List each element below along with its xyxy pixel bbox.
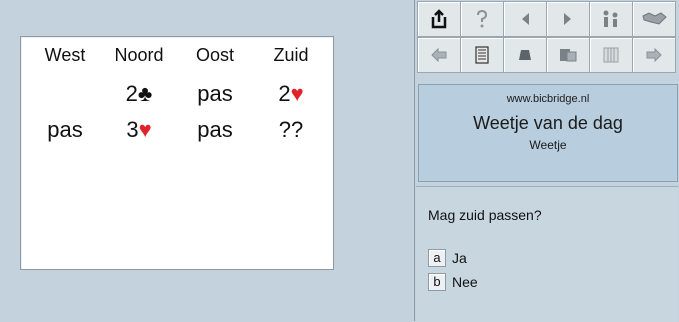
handshake-icon[interactable] — [632, 1, 676, 37]
forward-icon[interactable] — [632, 37, 676, 73]
answer-b-label: Nee — [452, 274, 478, 290]
tip-banner: www.bicbridge.nl Weetje van de dag Weetj… — [418, 84, 678, 182]
bid-zuid-1: 2♥ — [278, 81, 304, 106]
players-icon[interactable] — [589, 1, 633, 37]
answer-b[interactable]: b Nee — [428, 273, 478, 291]
answer-a-key[interactable]: a — [428, 249, 446, 267]
header-noord: Noord — [114, 45, 164, 65]
left-pane: West Noord Oost Zuid 2♣ pas 2♥ pas 3♥ pa… — [0, 0, 414, 321]
share-icon[interactable] — [417, 1, 461, 37]
stack-icon[interactable] — [546, 37, 590, 73]
header-zuid: Zuid — [273, 45, 309, 65]
bid-zuid-2: ?? — [278, 117, 304, 142]
scorecard-icon[interactable] — [460, 37, 504, 73]
answer-a-label: Ja — [452, 250, 467, 266]
answer-b-key[interactable]: b — [428, 273, 446, 291]
bid-oost-1: pas — [197, 81, 233, 106]
header-oost: Oost — [195, 45, 234, 65]
bidding-box: West Noord Oost Zuid 2♣ pas 2♥ pas 3♥ pa… — [20, 36, 334, 270]
bid-noord-2: 3♥ — [126, 117, 152, 142]
site-url: www.bicbridge.nl — [506, 93, 590, 105]
club-icon: ♣ — [137, 81, 153, 106]
banner-subtitle: Weetje — [529, 138, 567, 152]
help-icon[interactable] — [460, 1, 504, 37]
heart-icon: ♥ — [138, 117, 152, 142]
right-pane: www.bicbridge.nl Weetje van de dag Weetj… — [414, 0, 679, 322]
grid-icon[interactable] — [589, 37, 633, 73]
back-icon[interactable] — [417, 37, 461, 73]
question-area: Mag zuid passen? a Ja b Nee — [416, 186, 678, 322]
banner-title: Weetje van de dag — [473, 113, 623, 133]
header-west: West — [44, 45, 86, 65]
previous-icon[interactable] — [503, 1, 547, 37]
bid-oost-2: pas — [197, 117, 233, 142]
cards-icon[interactable] — [503, 37, 547, 73]
next-icon[interactable] — [546, 1, 590, 37]
heart-icon: ♥ — [290, 81, 304, 106]
bid-west-2: pas — [47, 117, 83, 142]
answer-a[interactable]: a Ja — [428, 249, 467, 267]
bid-noord-1: 2♣ — [125, 81, 153, 106]
question-text: Mag zuid passen? — [428, 207, 542, 223]
toolbar — [417, 1, 679, 75]
